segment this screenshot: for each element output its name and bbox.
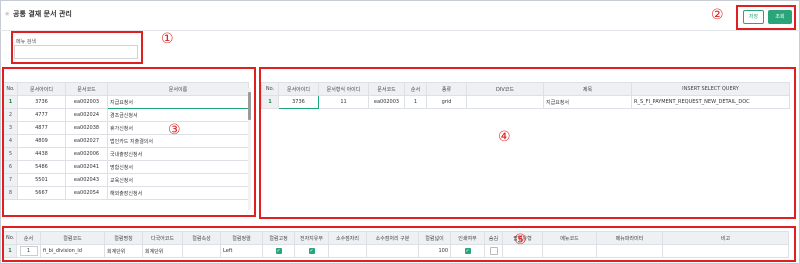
page-title: 공통 결재 문서 관리: [13, 10, 72, 18]
annotation-box-1: [11, 31, 143, 64]
annotation-label-3: ③: [168, 122, 181, 138]
annotation-label-4: ④: [498, 129, 511, 145]
star-icon[interactable]: ★: [4, 10, 10, 18]
title-bar: ★ 공통 결재 문서 관리 저장 조회: [0, 0, 800, 31]
annotation-box-2: [736, 5, 796, 30]
annotation-box-3: [2, 67, 256, 217]
annotation-label-2: ②: [711, 7, 724, 23]
annotation-label-1: ①: [161, 31, 174, 47]
annotation-box-5: [2, 226, 796, 262]
annotation-box-4: [259, 67, 796, 219]
annotation-label-5: ⑤: [514, 232, 527, 248]
